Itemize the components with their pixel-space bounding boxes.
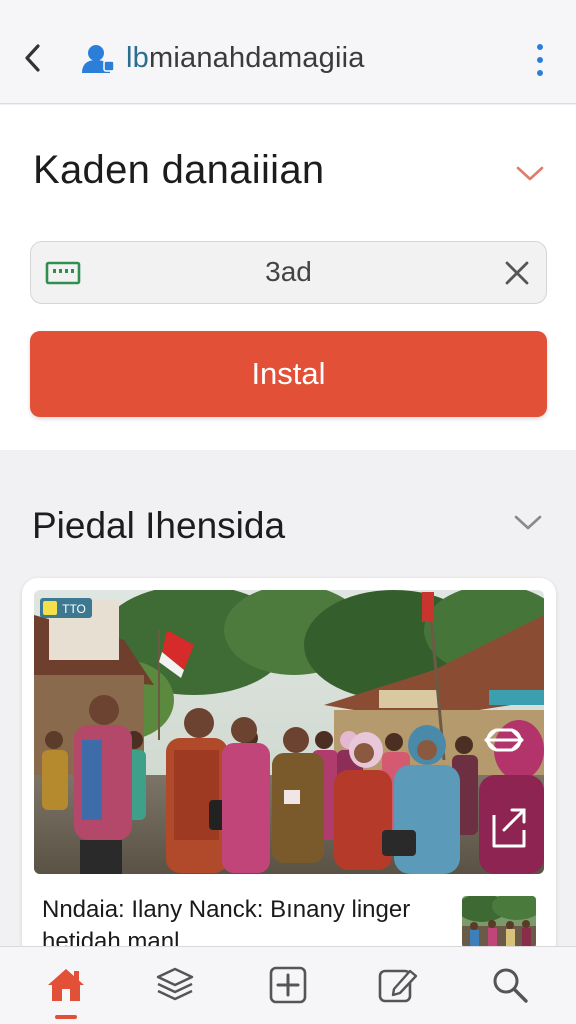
search-icon <box>493 968 528 1003</box>
install-button[interactable]: Instal <box>30 331 547 417</box>
village-crowd-photo: TTO <box>34 590 544 874</box>
more-options-button[interactable] <box>532 44 548 76</box>
browser-toolbar: lbmianahdamagiia <box>0 0 576 104</box>
active-indicator <box>55 1015 77 1019</box>
search-field[interactable]: 3ad <box>30 241 547 304</box>
edit-icon <box>378 969 418 1003</box>
url-domain: mianahdamagiia <box>148 42 365 74</box>
layers-icon <box>156 967 194 1001</box>
home-icon <box>48 969 84 1001</box>
chevron-down-icon[interactable] <box>514 162 546 184</box>
chevron-left-icon <box>25 44 40 72</box>
app-title: Kaden danaiiian <box>33 148 325 192</box>
section-title: Piedal Ihensida <box>32 505 286 546</box>
nav-add[interactable] <box>264 961 312 1009</box>
user-lock-icon <box>82 44 115 73</box>
chevron-down-icon[interactable] <box>512 511 544 533</box>
news-photo[interactable]: TTO <box>34 590 544 874</box>
add-square-icon <box>269 966 307 1004</box>
photo-badge: TTO <box>62 602 86 616</box>
search-input-value[interactable]: 3ad <box>31 256 546 288</box>
news-card[interactable]: TTO Nndaia: Ilany Nanck: Bınany linger h… <box>22 578 556 958</box>
nav-home[interactable] <box>42 961 90 1009</box>
close-icon[interactable] <box>502 258 532 288</box>
nav-search[interactable] <box>486 961 534 1009</box>
url-text: lbmianahdamagiia <box>126 42 365 75</box>
url-prefix: lb <box>126 42 149 74</box>
more-vertical-icon <box>537 44 543 50</box>
back-button[interactable] <box>18 40 46 76</box>
news-thumbnail[interactable] <box>462 896 536 948</box>
nav-compose[interactable] <box>374 961 422 1009</box>
address-bar[interactable]: lbmianahdamagiia <box>80 42 365 75</box>
bottom-navigation <box>0 946 576 1024</box>
nav-layers[interactable] <box>151 961 199 1009</box>
